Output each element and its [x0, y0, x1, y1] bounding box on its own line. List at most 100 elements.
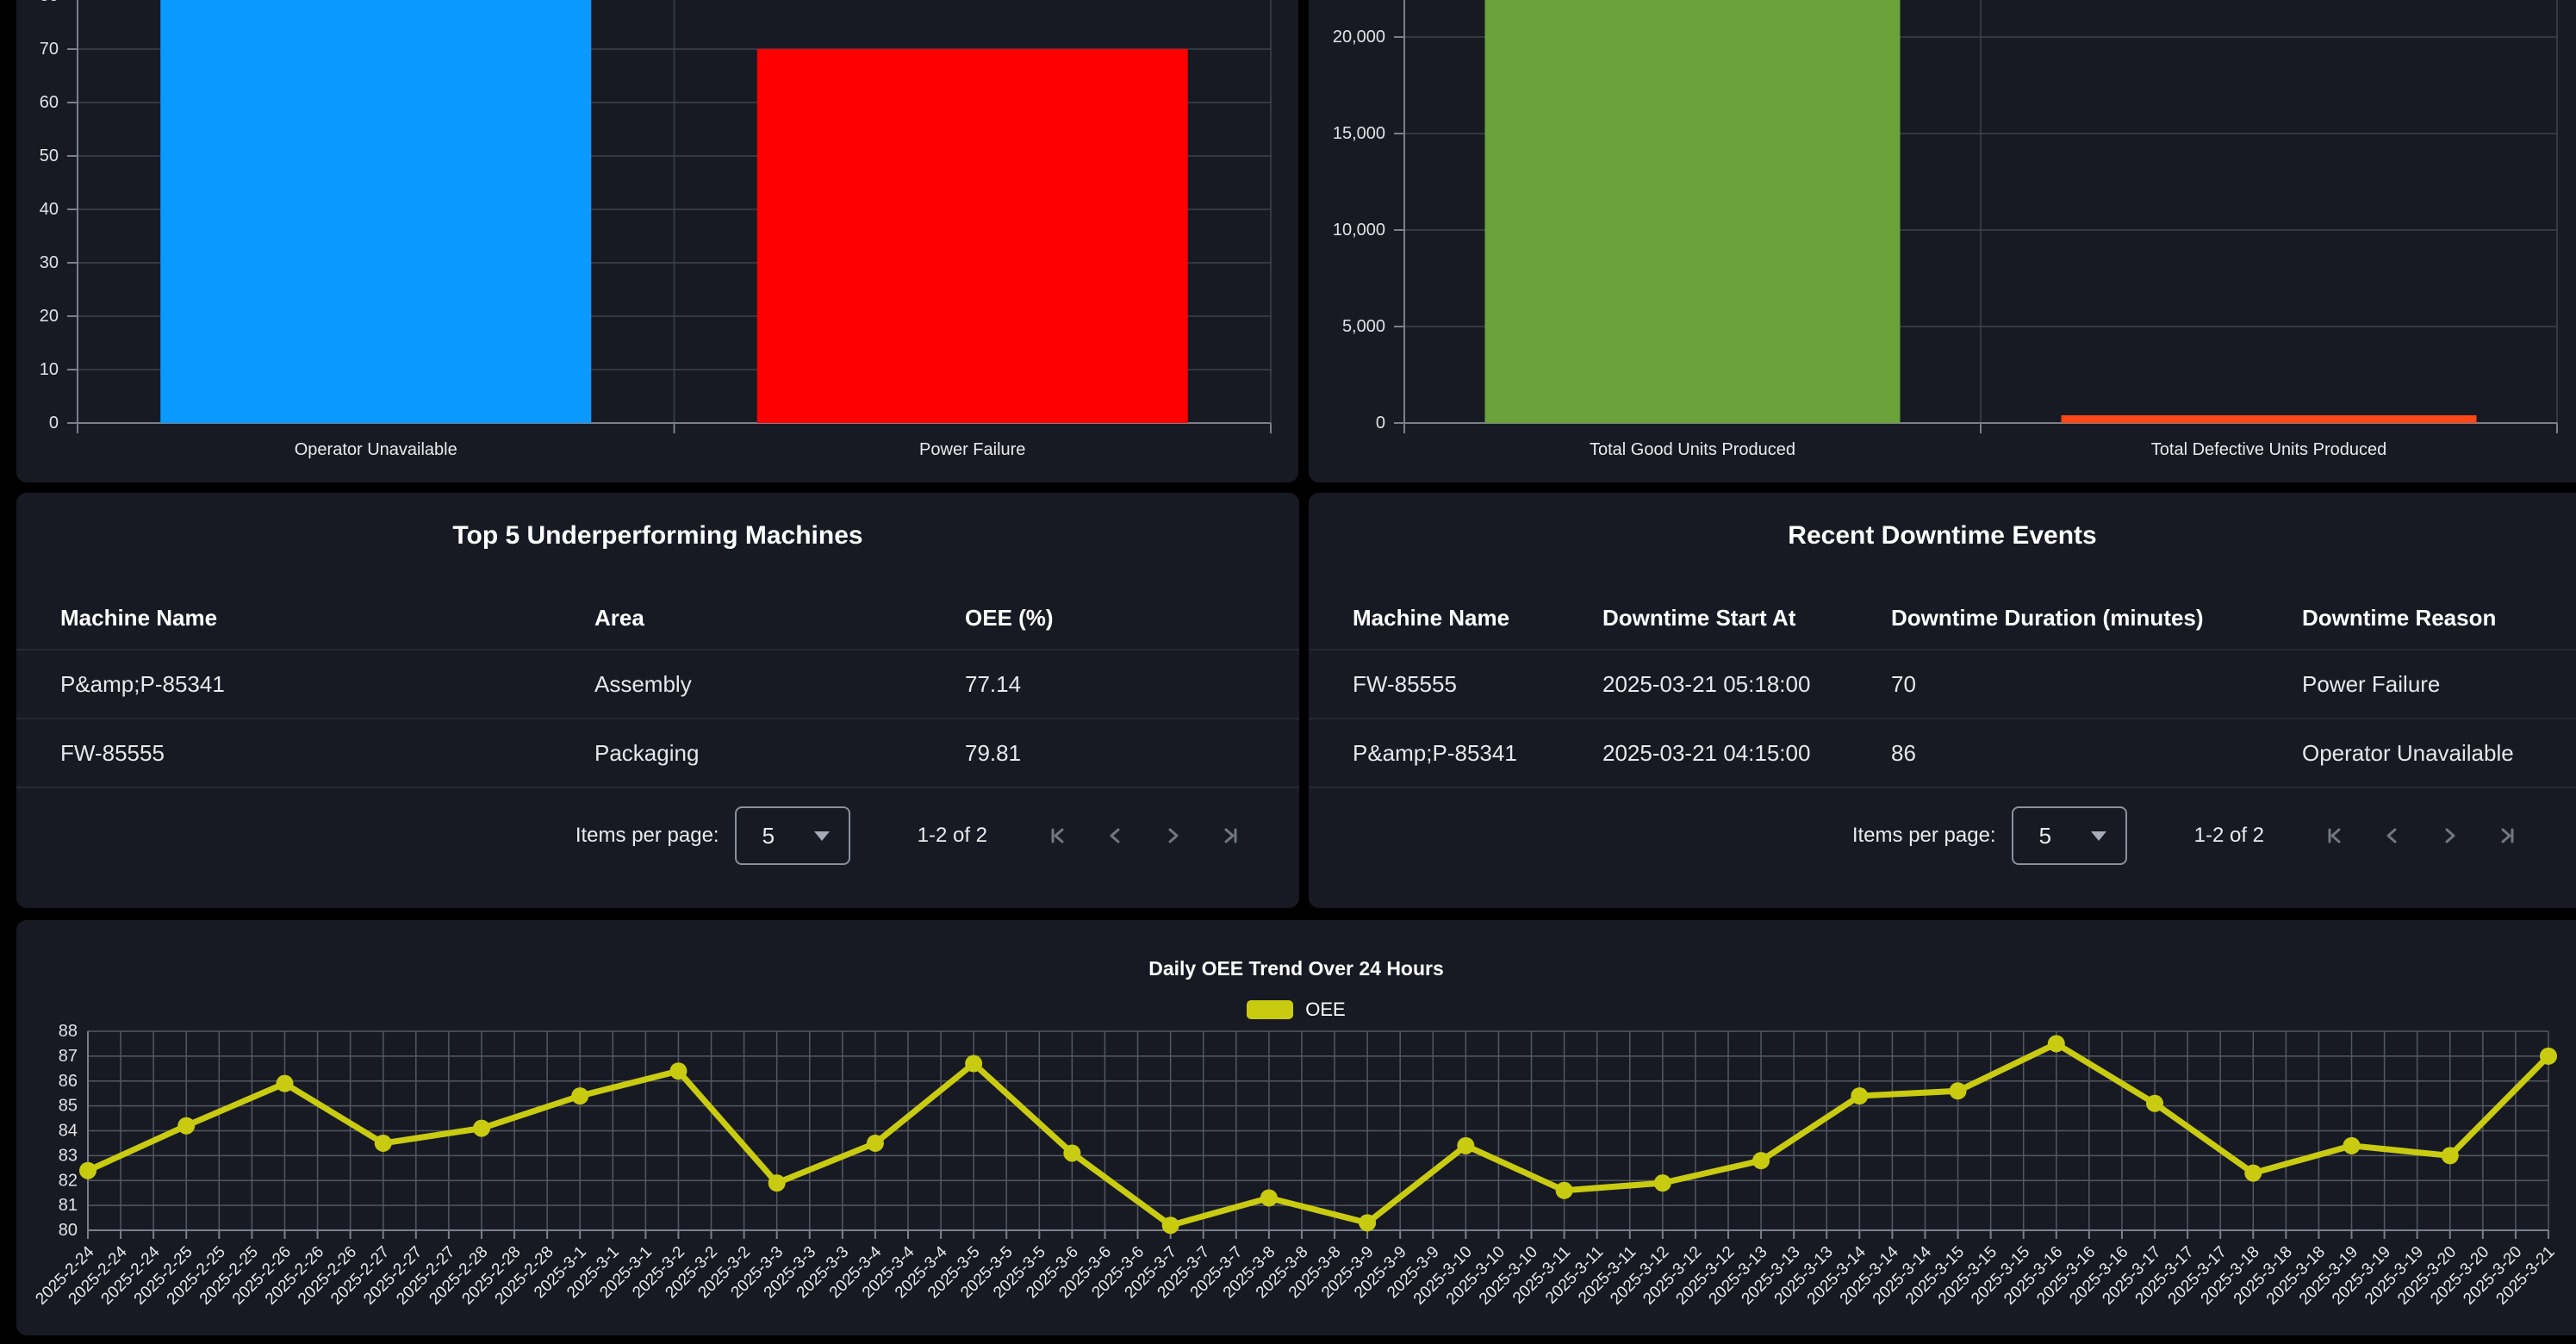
svg-text:81: 81: [59, 1196, 78, 1215]
column-header: Machine Name: [1309, 588, 1602, 650]
svg-text:30: 30: [40, 253, 59, 272]
underperforming-machines-table: Machine Name Area OEE (%) P&amp;P-85341 …: [16, 588, 1299, 788]
svg-text:88: 88: [59, 1022, 78, 1041]
svg-text:60: 60: [40, 93, 59, 112]
data-point: [1359, 1214, 1376, 1231]
svg-text:70: 70: [40, 40, 59, 59]
page-size-select[interactable]: 5: [735, 806, 850, 865]
units-produced-bar-chart: 0 5,000 10,000 15,000 20,000 Total Good Units…: [1309, 0, 2576, 482]
cell-downtime-duration: 70: [1891, 650, 2302, 719]
data-point: [375, 1135, 392, 1152]
cell-machine-name: FW-85555: [16, 719, 594, 787]
data-point: [2146, 1095, 2163, 1112]
previous-page-icon: [1103, 823, 1129, 849]
oee-series: [79, 1035, 2557, 1234]
table-header-row: Machine Name Downtime Start At Downtime …: [1309, 588, 2576, 650]
svg-text:10,000: 10,000: [1333, 221, 1385, 240]
recent-downtime-events-table: Machine Name Downtime Start At Downtime …: [1309, 588, 2576, 788]
next-page-button[interactable]: [1149, 812, 1196, 860]
cell-machine-name: FW-85555: [1309, 650, 1602, 719]
previous-page-button[interactable]: [2369, 812, 2416, 860]
bar-0: [1485, 0, 1901, 423]
first-page-button[interactable]: [2312, 812, 2359, 860]
oee-line: [88, 1043, 2548, 1225]
items-per-page-label: Items per page:: [576, 824, 719, 848]
cell-oee: 77.14: [965, 650, 1299, 719]
paginator: Items per page: 5 1-2 of 2: [1852, 793, 2529, 879]
next-page-icon: [1160, 823, 1185, 849]
svg-text:10: 10: [40, 360, 59, 379]
data-point: [1654, 1174, 1671, 1192]
cell-downtime-start: 2025-03-21 04:15:00: [1602, 719, 1891, 787]
data-point: [2343, 1137, 2361, 1154]
svg-text:15,000: 15,000: [1333, 124, 1385, 143]
downtime-by-reason-bar-chart: 01020304050607080Operator UnavailablePow…: [16, 0, 1298, 482]
svg-text:5,000: 5,000: [1342, 317, 1385, 336]
last-page-button[interactable]: [1206, 812, 1253, 860]
svg-text:40: 40: [40, 200, 59, 219]
data-point: [1556, 1182, 1573, 1199]
svg-text:20: 20: [40, 307, 59, 326]
table-title: Top 5 Underperforming Machines: [16, 517, 1299, 555]
data-point: [79, 1162, 96, 1179]
svg-text:87: 87: [59, 1047, 78, 1066]
cell-downtime-reason: Power Failure: [2302, 650, 2576, 719]
first-page-icon: [1046, 823, 1072, 849]
cell-oee: 79.81: [965, 719, 1299, 787]
svg-text:Power Failure: Power Failure: [919, 440, 1025, 459]
data-point: [965, 1055, 982, 1073]
svg-text:Total Good Units Produced: Total Good Units Produced: [1590, 440, 1795, 459]
svg-text:0: 0: [49, 414, 59, 432]
svg-text:50: 50: [40, 146, 59, 165]
page-size-value: 5: [762, 823, 775, 849]
table-row: P&amp;P-85341 Assembly 77.14: [16, 650, 1299, 719]
table-row: FW-85555 2025-03-21 05:18:00 70 Power Fa…: [1309, 650, 2576, 719]
panel-recent-downtime-events: Recent Downtime Events Machine Name Down…: [1309, 493, 2576, 908]
data-point: [867, 1135, 884, 1152]
column-header: Downtime Duration (minutes): [1891, 588, 2302, 650]
previous-page-button[interactable]: [1092, 812, 1139, 860]
column-header: Downtime Start At: [1602, 588, 1891, 650]
data-point: [2244, 1165, 2262, 1182]
page-size-value: 5: [2039, 823, 2051, 849]
data-point: [1851, 1087, 1868, 1104]
next-page-button[interactable]: [2426, 812, 2473, 860]
bar-1: [757, 49, 1188, 423]
cell-downtime-reason: Operator Unavailable: [2302, 719, 2576, 787]
page-range-label: 1-2 of 2: [2194, 824, 2264, 848]
last-page-icon: [2493, 823, 2519, 849]
page-range-label: 1-2 of 2: [918, 824, 987, 848]
svg-text:80: 80: [59, 1221, 78, 1240]
svg-text:85: 85: [59, 1097, 78, 1116]
chevron-down-icon: [2091, 831, 2106, 841]
table-row: FW-85555 Packaging 79.81: [16, 719, 1299, 787]
svg-text:84: 84: [59, 1122, 78, 1141]
last-page-icon: [1216, 823, 1242, 849]
column-header: OEE (%): [965, 588, 1299, 650]
data-point: [571, 1087, 588, 1104]
paginator: Items per page: 5 1-2 of 2: [576, 793, 1253, 879]
table-title: Recent Downtime Events: [1309, 517, 2576, 555]
panel-downtime-by-reason: 01020304050607080Operator UnavailablePow…: [16, 0, 1298, 482]
first-page-icon: [2323, 823, 2349, 849]
panel-daily-oee-trend: Daily OEE Trend Over 24 Hours OEE 808182…: [16, 920, 2576, 1335]
chevron-down-icon: [814, 831, 830, 841]
data-point: [1752, 1152, 1770, 1169]
svg-text:0: 0: [1376, 414, 1385, 432]
page-size-select[interactable]: 5: [2012, 806, 2127, 865]
last-page-button[interactable]: [2483, 812, 2529, 860]
data-point: [1063, 1144, 1080, 1161]
oee-dashboard: 01020304050607080Operator UnavailablePow…: [0, 0, 2576, 1344]
first-page-button[interactable]: [1036, 812, 1082, 860]
panel-underperforming-machines: Top 5 Underperforming Machines Machine N…: [16, 493, 1299, 908]
svg-text:83: 83: [59, 1146, 78, 1165]
cell-downtime-duration: 86: [1891, 719, 2302, 787]
svg-text:20,000: 20,000: [1333, 28, 1385, 47]
next-page-icon: [2436, 823, 2462, 849]
svg-text:82: 82: [59, 1171, 78, 1190]
svg-text:80: 80: [40, 0, 59, 5]
cell-area: Assembly: [594, 650, 965, 719]
table-header-row: Machine Name Area OEE (%): [16, 588, 1299, 650]
panel-units-produced: 0 5,000 10,000 15,000 20,000 Total Good Units…: [1309, 0, 2576, 482]
data-point: [2540, 1048, 2557, 1065]
